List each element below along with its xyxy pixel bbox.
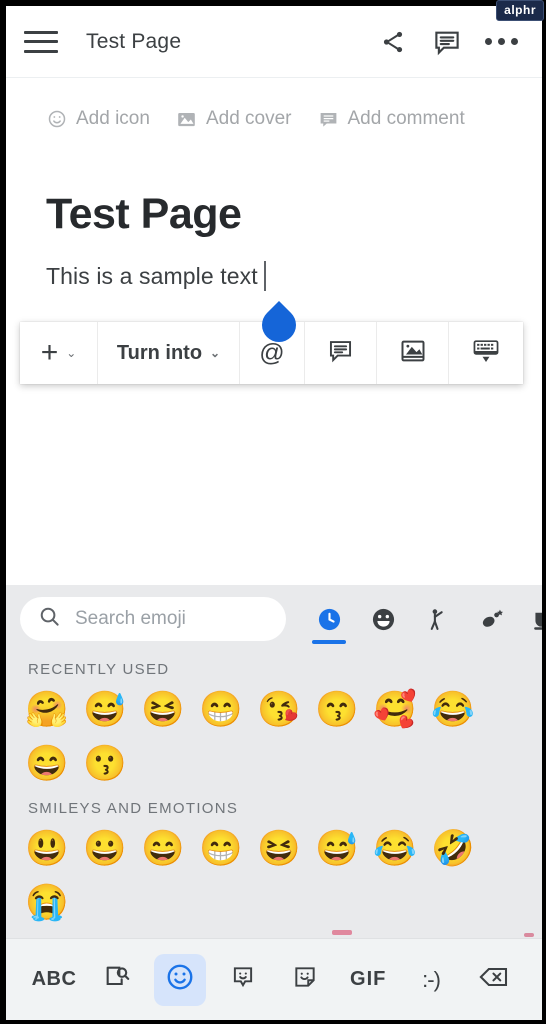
emoji-panel: Search emoji RECENTLY USED 🤗 😅 😆 😁 😘 😙 🥰… bbox=[6, 585, 546, 942]
scroll-position-indicator bbox=[332, 930, 352, 935]
backspace-button[interactable] bbox=[468, 954, 520, 1006]
sticker-search-button[interactable] bbox=[91, 954, 143, 1006]
add-block-button[interactable]: + ⌄ bbox=[20, 322, 98, 384]
insert-image-icon bbox=[399, 337, 427, 370]
sticker-note-icon bbox=[292, 964, 318, 996]
emoji-cell[interactable]: 😂 bbox=[424, 682, 482, 736]
emoji-cell[interactable]: 😂 bbox=[366, 821, 424, 875]
add-comment-button[interactable]: Add comment bbox=[318, 108, 465, 130]
emoji-category-nature[interactable] bbox=[474, 598, 508, 640]
add-comment-label: Add comment bbox=[347, 108, 465, 129]
more-options-dots bbox=[484, 38, 518, 45]
emoji-search-input[interactable]: Search emoji bbox=[20, 597, 286, 641]
emoji-button[interactable] bbox=[153, 953, 206, 1006]
emoji-cell[interactable]: 😄 bbox=[134, 821, 192, 875]
gif-button[interactable]: GIF bbox=[342, 954, 394, 1006]
section-label: RECENTLY USED bbox=[28, 661, 170, 678]
document-meta-actions: Add icon Add cover Add comment bbox=[46, 108, 512, 130]
add-cover-label: Add cover bbox=[205, 108, 292, 129]
emoji-cell[interactable]: 😄 bbox=[18, 736, 76, 790]
turn-into-label: Turn into bbox=[116, 341, 203, 364]
body-paragraph[interactable]: This is a sample text bbox=[46, 261, 266, 291]
sticker-bubble-icon bbox=[230, 964, 256, 996]
emoji-category-recent[interactable] bbox=[312, 598, 346, 644]
abc-label: ABC bbox=[31, 968, 77, 990]
emoji-cell[interactable]: 😆 bbox=[134, 682, 192, 736]
device-edge-left bbox=[0, 0, 6, 1024]
add-block-label: + bbox=[40, 336, 59, 369]
section-label: SMILEYS AND EMOTIONS bbox=[28, 800, 239, 817]
backspace-icon bbox=[478, 963, 510, 997]
emoji-cell[interactable]: 😁 bbox=[192, 682, 250, 736]
sticker-note-button[interactable] bbox=[279, 954, 331, 1006]
gif-label: GIF bbox=[350, 968, 387, 990]
keyboard-bottom-bar: ABC GIF:-) bbox=[6, 938, 542, 1020]
text-caret bbox=[263, 261, 266, 291]
emoji-cell[interactable]: 😀 bbox=[76, 821, 134, 875]
emoji-icon bbox=[165, 962, 195, 998]
app-screen: alphr Test Page Add icon Add cover Add c… bbox=[0, 0, 546, 1024]
chevron-down-icon: ⌄ bbox=[66, 346, 77, 360]
share-icon[interactable] bbox=[374, 23, 412, 61]
emoji-cell[interactable]: 😙 bbox=[308, 682, 366, 736]
image-icon bbox=[176, 109, 197, 130]
emoji-section-recently-used: RECENTLY USED 🤗 😅 😆 😁 😘 😙 🥰 😂 😄 😗 bbox=[6, 651, 542, 790]
emoji-cell[interactable]: 😅 bbox=[76, 682, 134, 736]
body-paragraph-text: This is a sample text bbox=[46, 263, 258, 289]
device-edge-right bbox=[542, 0, 546, 1024]
emoji-cell[interactable]: 😃 bbox=[18, 821, 76, 875]
emoji-grid-recent: 🤗 😅 😆 😁 😘 😙 🥰 😂 😄 😗 bbox=[6, 682, 542, 790]
add-icon-label: Add icon bbox=[76, 108, 150, 129]
watermark: alphr bbox=[496, 0, 544, 21]
hide-keyboard-icon bbox=[471, 337, 501, 370]
toolbar-comment-button[interactable] bbox=[305, 322, 377, 384]
toolbar-image-button[interactable] bbox=[377, 322, 449, 384]
emoji-cell[interactable]: 😘 bbox=[250, 682, 308, 736]
mention-label: @ bbox=[259, 338, 285, 367]
emoji-cell[interactable]: 🥰 bbox=[366, 682, 424, 736]
emoji-cell[interactable]: 🤣 bbox=[424, 821, 482, 875]
emoji-cell[interactable]: 😭 bbox=[18, 875, 76, 929]
add-cover-button[interactable]: Add cover bbox=[176, 108, 292, 130]
active-tab-indicator bbox=[312, 640, 346, 644]
comment-icon[interactable] bbox=[428, 23, 466, 61]
emoji-cell[interactable]: 😆 bbox=[250, 821, 308, 875]
emoji-grid-smileys: 😃 😀 😄 😁 😆 😅 😂 🤣 😭 bbox=[6, 821, 542, 929]
hamburger-menu-icon[interactable] bbox=[24, 29, 58, 55]
emoticon-button[interactable]: :-) bbox=[405, 954, 457, 1006]
smiley-face-icon bbox=[46, 109, 67, 130]
emoji-category-smileys[interactable] bbox=[366, 598, 400, 640]
app-header: Test Page bbox=[6, 6, 542, 78]
emoji-search-placeholder: Search emoji bbox=[75, 608, 186, 629]
turn-into-button[interactable]: Turn into ⌄ bbox=[98, 322, 240, 384]
more-options-icon[interactable] bbox=[482, 23, 520, 61]
hide-keyboard-button[interactable] bbox=[449, 322, 523, 384]
abc-button[interactable]: ABC bbox=[28, 954, 80, 1006]
emoji-cell[interactable]: 😗 bbox=[76, 736, 134, 790]
emoji-cell[interactable]: 😅 bbox=[308, 821, 366, 875]
comment-icon bbox=[327, 337, 354, 369]
emoji-cell[interactable]: 😁 bbox=[192, 821, 250, 875]
comment-icon bbox=[318, 109, 339, 130]
sticker-search-icon bbox=[103, 963, 131, 997]
page-title[interactable]: Test Page bbox=[46, 190, 512, 239]
add-icon-button[interactable]: Add icon bbox=[46, 108, 150, 130]
header-title: Test Page bbox=[86, 29, 182, 53]
chevron-down-icon: ⌄ bbox=[210, 346, 221, 360]
search-icon bbox=[38, 605, 61, 633]
scroll-position-indicator-right bbox=[524, 933, 534, 937]
sticker-bubble-button[interactable] bbox=[217, 954, 269, 1006]
emoji-cell[interactable]: 🤗 bbox=[18, 682, 76, 736]
emoji-search-row: Search emoji bbox=[6, 585, 546, 651]
device-edge-top bbox=[0, 0, 546, 6]
device-edge-bottom bbox=[0, 1020, 546, 1024]
emoji-section-smileys: SMILEYS AND EMOTIONS 😃 😀 😄 😁 😆 😅 😂 🤣 😭 bbox=[6, 790, 542, 929]
emoji-category-people[interactable] bbox=[420, 598, 454, 640]
emoji-category-tabs bbox=[296, 598, 546, 644]
emoticon-label: :-) bbox=[422, 966, 441, 992]
